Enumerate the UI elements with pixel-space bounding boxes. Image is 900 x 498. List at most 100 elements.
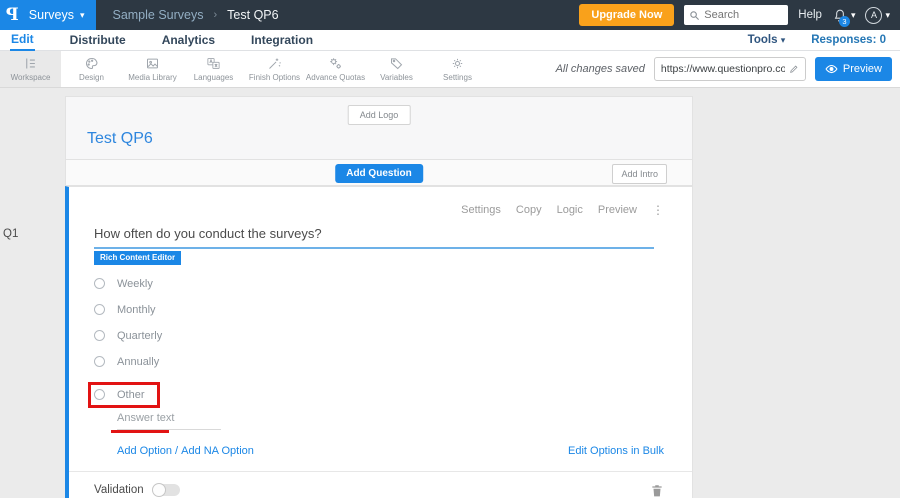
toolbar-label: Media Library (128, 73, 177, 82)
toolbar-label: Design (79, 73, 104, 82)
option-label-other[interactable]: Other (117, 389, 145, 401)
account-menu[interactable]: A ▾ (865, 6, 890, 24)
surveys-product-menu[interactable]: Surveys ▾ (29, 8, 85, 22)
preview-button[interactable]: Preview (814, 57, 892, 81)
responses-count[interactable]: Responses: 0 (811, 34, 886, 46)
survey-header-section: Add Logo Test QP6 (65, 96, 693, 160)
edit-pencil-icon[interactable] (789, 63, 799, 75)
chevron-down-icon: ▾ (850, 9, 856, 20)
validation-toggle[interactable] (151, 483, 180, 497)
toolbar-label: Settings (443, 73, 472, 82)
header-search[interactable] (684, 5, 789, 25)
toolbar-item-media-library[interactable]: Media Library (122, 51, 183, 87)
add-logo-button[interactable]: Add Logo (347, 105, 411, 125)
gear-icon (450, 56, 465, 71)
question-settings-link[interactable]: Settings (461, 204, 501, 216)
toolbar-item-design[interactable]: Design (61, 51, 122, 87)
toolbar-label: Variables (380, 73, 413, 82)
survey-toolbar: Workspace Design Media Library Languages… (0, 51, 900, 88)
top-header-bar: P Surveys ▾ Sample Surveys › Test QP6 Up… (0, 0, 900, 30)
notifications-menu[interactable]: 3 ▾ (832, 7, 856, 27)
toolbar-item-variables[interactable]: Variables (366, 51, 427, 87)
translate-icon (206, 56, 221, 71)
add-question-button-top[interactable]: Add Question (335, 164, 423, 183)
image-icon (145, 56, 160, 71)
other-answer-field[interactable]: Answer text (111, 412, 221, 433)
question-text-field[interactable]: How often do you conduct the surveys? (94, 226, 654, 249)
question-logic-link[interactable]: Logic (557, 204, 583, 216)
add-question-row-top: Add Question Add Intro (65, 160, 693, 186)
toolbar-item-settings[interactable]: Settings (427, 51, 488, 87)
survey-title[interactable]: Test QP6 (87, 130, 153, 148)
breadcrumb-chevron-icon: › (213, 9, 218, 21)
tab-edit[interactable]: Edit (10, 30, 35, 51)
tab-integration[interactable]: Integration (250, 31, 314, 50)
question-copy-link[interactable]: Copy (516, 204, 542, 216)
radio-button-icon[interactable] (94, 356, 105, 367)
question-card: Settings Copy Logic Preview ⋮ How often … (65, 186, 693, 498)
survey-url-input[interactable] (660, 63, 785, 75)
validation-row: Validation (69, 470, 692, 498)
breadcrumb-current: Test QP6 (227, 8, 279, 22)
avatar: A (865, 6, 883, 24)
breadcrumb-parent[interactable]: Sample Surveys (112, 8, 203, 22)
question-text[interactable]: How often do you conduct the surveys? (94, 226, 654, 241)
radio-button-icon[interactable] (94, 389, 105, 400)
toolbar-item-advance-quotas[interactable]: Advance Quotas (305, 51, 366, 87)
chevron-down-icon: ▾ (79, 9, 85, 20)
radio-button-icon[interactable] (94, 304, 105, 315)
toolbar-label: Languages (193, 73, 234, 82)
survey-url-field[interactable] (653, 57, 806, 81)
toolbar-right: All changes saved Preview (556, 51, 900, 87)
tab-analytics[interactable]: Analytics (161, 31, 216, 50)
option-row: Weekly (94, 278, 692, 290)
save-status-text: All changes saved (555, 63, 645, 75)
brand-area: P Surveys ▾ (0, 0, 97, 30)
option-label[interactable]: Quarterly (117, 330, 162, 342)
nav-right: Tools ▾ Responses: 0 (748, 34, 890, 46)
rich-content-editor-badge[interactable]: Rich Content Editor (94, 250, 182, 265)
option-row: Monthly (94, 304, 692, 316)
gears-icon (328, 56, 343, 71)
red-annotation-underline (111, 429, 169, 433)
tools-label: Tools (747, 34, 778, 46)
question-preview-link[interactable]: Preview (598, 204, 637, 216)
option-row: Quarterly (94, 330, 692, 342)
answer-text-placeholder[interactable]: Answer text (117, 412, 221, 430)
upgrade-now-button[interactable]: Upgrade Now (579, 4, 675, 26)
questionpro-logo-icon[interactable]: P (6, 5, 19, 25)
tab-distribute[interactable]: Distribute (69, 31, 127, 50)
red-annotation-box: Other (88, 381, 160, 408)
delete-question-button[interactable] (650, 483, 664, 498)
preview-label: Preview (842, 63, 882, 75)
option-label[interactable]: Monthly (117, 304, 156, 316)
kebab-menu-icon[interactable]: ⋮ (652, 203, 664, 217)
option-label[interactable]: Weekly (117, 278, 153, 290)
chevron-down-icon: ▾ (885, 9, 890, 20)
workspace-icon (23, 56, 38, 71)
toggle-knob (151, 483, 166, 497)
tools-menu[interactable]: Tools ▾ (748, 34, 786, 46)
magic-wand-icon (267, 56, 282, 71)
toolbar-item-languages[interactable]: Languages (183, 51, 244, 87)
palette-icon (84, 56, 99, 71)
help-link[interactable]: Help (798, 9, 822, 21)
toolbar-item-workspace[interactable]: Workspace (0, 51, 61, 87)
edit-options-in-bulk-link[interactable]: Edit Options in Bulk (568, 445, 664, 457)
tag-icon (389, 56, 404, 71)
option-links-row: Add Option / Add NA Option Edit Options in… (117, 445, 664, 457)
add-option-link[interactable]: Add Option (117, 445, 172, 457)
radio-button-icon[interactable] (94, 278, 105, 289)
answer-options-list: Weekly Monthly Quarterly Annually Other (88, 278, 692, 408)
radio-button-icon[interactable] (94, 330, 105, 341)
chevron-down-icon: ▾ (780, 35, 786, 45)
add-na-option-link[interactable]: Add NA Option (181, 445, 254, 457)
add-intro-button[interactable]: Add Intro (612, 164, 667, 184)
option-label[interactable]: Annually (117, 356, 159, 368)
search-input[interactable] (704, 9, 780, 21)
survey-panel: Add Logo Test QP6 Add Question Add Intro… (65, 96, 693, 498)
section-nav: Edit Distribute Analytics Integration To… (0, 30, 900, 51)
toolbar-item-finish-options[interactable]: Finish Options (244, 51, 305, 87)
toolbar-label: Advance Quotas (305, 73, 366, 82)
option-row-other: Other (88, 381, 692, 408)
